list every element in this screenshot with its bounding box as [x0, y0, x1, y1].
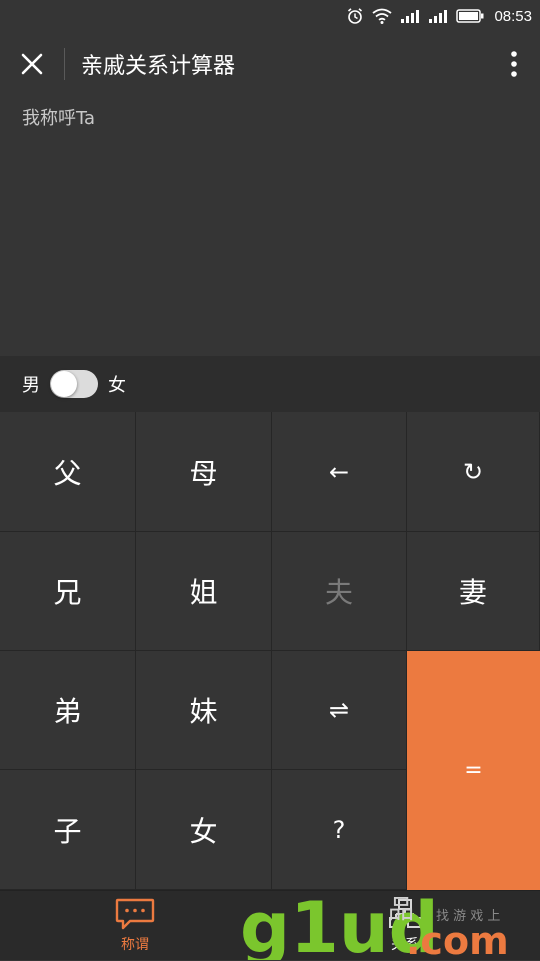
key-backspace[interactable]: ← — [272, 412, 407, 532]
key-equals[interactable]: = — [407, 651, 540, 890]
tab-bar: 称谓 关系 — [0, 890, 540, 960]
key-reset[interactable]: ↻ — [407, 412, 540, 532]
app-header: 亲戚关系计算器 — [0, 32, 540, 96]
battery-icon — [456, 9, 484, 23]
key-son[interactable]: 子 — [0, 770, 136, 890]
key-wife[interactable]: 妻 — [407, 532, 540, 651]
page-title: 亲戚关系计算器 — [81, 54, 236, 79]
tab-appellation[interactable]: 称谓 — [88, 891, 182, 961]
keypad: 父 母 ← ↻ 兄 姐 夫 妻 弟 妹 ⇌ = 子 女 ? — [0, 412, 540, 890]
gender-male-label: 男 — [22, 375, 40, 396]
close-button[interactable] — [0, 32, 64, 96]
gender-female-label: 女 — [108, 375, 126, 396]
status-time: 08:53 — [494, 7, 532, 25]
wifi-icon — [372, 8, 393, 24]
signal-icon — [400, 8, 420, 24]
key-father[interactable]: 父 — [0, 412, 136, 532]
gender-toggle[interactable] — [50, 370, 98, 398]
key-question[interactable]: ? — [272, 770, 407, 890]
tab-relation[interactable]: 关系 — [360, 891, 450, 961]
signal-icon — [428, 8, 448, 24]
key-daughter[interactable]: 女 — [136, 770, 272, 890]
display-label: 我称呼Ta — [22, 108, 96, 129]
header-divider — [64, 48, 65, 80]
key-elder-sister[interactable]: 姐 — [136, 532, 272, 651]
relation-tree-icon — [389, 899, 421, 928]
status-bar: 08:53 — [0, 0, 540, 32]
toggle-knob — [51, 371, 77, 397]
key-elder-brother[interactable]: 兄 — [0, 532, 136, 651]
key-younger-sister[interactable]: 妹 — [136, 651, 272, 770]
more-vertical-icon — [511, 51, 517, 77]
key-swap[interactable]: ⇌ — [272, 651, 407, 770]
display-area: 我称呼Ta — [0, 96, 540, 356]
close-icon — [21, 53, 43, 75]
key-mother[interactable]: 母 — [136, 412, 272, 532]
alarm-icon — [346, 7, 364, 25]
tab-appellation-label: 称谓 — [121, 937, 149, 953]
key-husband[interactable]: 夫 — [272, 532, 407, 651]
more-menu-button[interactable] — [488, 32, 540, 96]
key-younger-brother[interactable]: 弟 — [0, 651, 136, 770]
tab-relation-label: 关系 — [391, 937, 419, 953]
chat-bubble-icon — [115, 898, 155, 930]
gender-row: 男 女 — [0, 356, 540, 412]
